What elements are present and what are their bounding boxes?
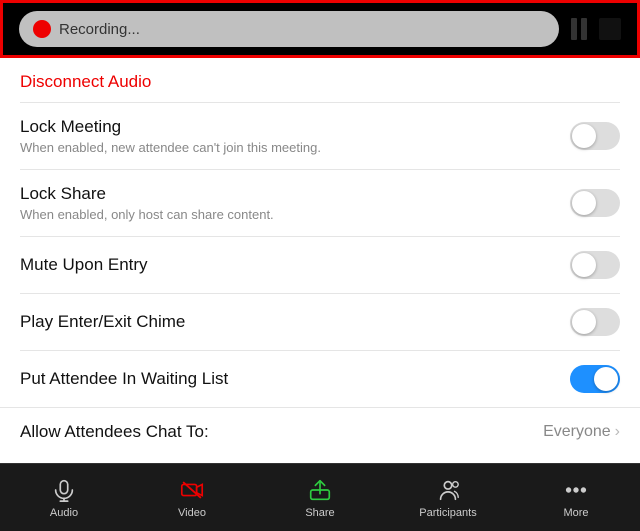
setting-row-play-chime: Play Enter/Exit Chime — [0, 294, 640, 350]
nav-label-share: Share — [305, 507, 334, 519]
chevron-right-icon: › — [615, 423, 620, 441]
setting-row-waiting-list: Put Attendee In Waiting List — [0, 351, 640, 407]
setting-inner-mute-upon-entry: Mute Upon Entry — [20, 255, 558, 275]
setting-inner-play-chime: Play Enter/Exit Chime — [20, 312, 558, 332]
nav-label-audio: Audio — [50, 507, 78, 519]
setting-label-lock-meeting: Lock Meeting — [20, 117, 558, 137]
setting-label-mute-upon-entry: Mute Upon Entry — [20, 255, 558, 275]
setting-row-mute-upon-entry: Mute Upon Entry — [0, 237, 640, 293]
setting-inner-waiting-list: Put Attendee In Waiting List — [20, 369, 558, 389]
setting-desc-lock-share: When enabled, only host can share conten… — [20, 207, 558, 222]
nav-item-share[interactable]: Share — [256, 477, 384, 519]
recording-label: Recording... — [59, 21, 140, 38]
toggle-mute-upon-entry[interactable] — [570, 251, 620, 279]
allow-chat-value-text: Everyone — [543, 423, 611, 441]
nav-item-participants[interactable]: Participants — [384, 477, 512, 519]
share-icon — [307, 477, 333, 503]
toggle-waiting-list[interactable] — [570, 365, 620, 393]
setting-label-play-chime: Play Enter/Exit Chime — [20, 312, 558, 332]
setting-inner-lock-share: Lock Share When enabled, only host can sh… — [20, 184, 558, 222]
toggle-lock-meeting[interactable] — [570, 122, 620, 150]
settings-panel: Disconnect Audio Lock Meeting When enable… — [0, 58, 640, 463]
recording-dot — [33, 20, 51, 38]
setting-desc-lock-meeting: When enabled, new attendee can't join th… — [20, 140, 558, 155]
settings-list: Lock Meeting When enabled, new attendee c… — [0, 103, 640, 407]
allow-chat-row[interactable]: Allow Attendees Chat To: Everyone › — [0, 407, 640, 456]
disconnect-audio-button[interactable]: Disconnect Audio — [0, 58, 640, 102]
setting-row-lock-share: Lock Share When enabled, only host can sh… — [0, 170, 640, 236]
toggle-lock-share[interactable] — [570, 189, 620, 217]
toggle-play-chime[interactable] — [570, 308, 620, 336]
nav-label-participants: Participants — [419, 507, 476, 519]
nav-item-audio[interactable]: Audio — [0, 477, 128, 519]
more-icon — [563, 477, 589, 503]
recording-pill: Recording... — [19, 11, 559, 47]
nav-item-video[interactable]: Video — [128, 477, 256, 519]
video-icon — [179, 477, 205, 503]
setting-inner-lock-meeting: Lock Meeting When enabled, new attendee c… — [20, 117, 558, 155]
allow-chat-value: Everyone › — [543, 423, 620, 441]
recording-bar: Recording... — [0, 0, 640, 58]
setting-row-lock-meeting: Lock Meeting When enabled, new attendee c… — [0, 103, 640, 169]
setting-label-waiting-list: Put Attendee In Waiting List — [20, 369, 558, 389]
pause-button[interactable] — [571, 18, 587, 40]
nav-item-more[interactable]: More — [512, 477, 640, 519]
allow-chat-label: Allow Attendees Chat To: — [20, 422, 209, 442]
stop-button[interactable] — [599, 18, 621, 40]
participants-icon — [435, 477, 461, 503]
nav-label-video: Video — [178, 507, 206, 519]
nav-label-more: More — [563, 507, 588, 519]
audio-icon — [51, 477, 77, 503]
setting-label-lock-share: Lock Share — [20, 184, 558, 204]
bottom-nav: Audio Video Share Participants — [0, 463, 640, 531]
